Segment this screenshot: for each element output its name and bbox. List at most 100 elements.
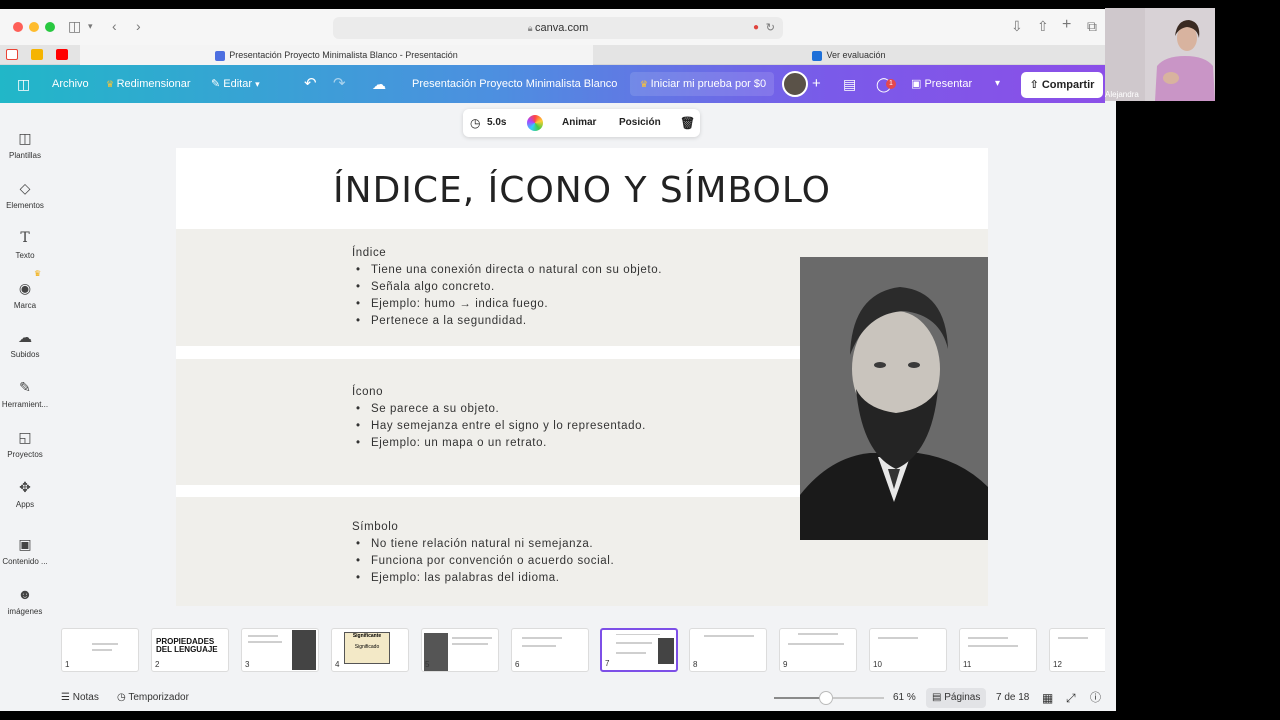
sidebar-item-apps[interactable]: ✥ Apps: [0, 478, 50, 509]
slide-canvas[interactable]: ÍNDICE, ÍCONO Y SÍMBOLO Índice Tiene una…: [176, 148, 988, 606]
side-panel-icon[interactable]: ◫: [17, 65, 30, 103]
pages-button[interactable]: ▤ Páginas: [926, 688, 987, 708]
gmail-icon[interactable]: [6, 49, 18, 60]
canva-icon: [215, 50, 226, 61]
thumbnail-page[interactable]: 8: [689, 628, 767, 672]
thumbnail-page[interactable]: 5: [421, 628, 499, 672]
page-counter[interactable]: 7 de 18: [996, 685, 1029, 711]
section-icon[interactable]: Ícono Se parece a su objeto. Hay semejan…: [352, 386, 646, 454]
page-number: 10: [873, 660, 882, 669]
present-options-icon[interactable]: ▾: [995, 65, 1000, 103]
zoom-slider[interactable]: [774, 691, 884, 705]
maximize-window-button[interactable]: [45, 22, 55, 32]
undo-icon[interactable]: ↶: [304, 65, 317, 103]
bullet-item: Pertenece a la segundidad.: [352, 315, 662, 332]
page-number: 9: [783, 660, 788, 669]
thumbnail-page-active[interactable]: 7: [600, 628, 678, 672]
thumbnail-page[interactable]: 10: [869, 628, 947, 672]
present-button[interactable]: ▣ Presentar: [903, 72, 983, 96]
thumbnail-page[interactable]: PROPIEDADES DEL LENGUAJE 2: [151, 628, 229, 672]
avatar[interactable]: [782, 71, 808, 97]
thumbnail-page[interactable]: 6: [511, 628, 589, 672]
sidebar-item-templates[interactable]: ◫ Plantillas: [0, 129, 50, 160]
chevron-down-icon: ▾: [255, 79, 260, 89]
section-symbol[interactable]: Símbolo No tiene relación natural ni sem…: [352, 521, 614, 589]
clock-icon[interactable]: ◷: [470, 109, 480, 137]
thumbnail-page[interactable]: 9: [779, 628, 857, 672]
thumbnail-label: Significado: [354, 644, 380, 650]
bullet-item: No tiene relación natural ni semejanza.: [352, 538, 614, 555]
page-number: 5: [425, 660, 430, 669]
trial-label: Iniciar mi prueba por $0: [650, 78, 767, 90]
minimize-window-button[interactable]: [29, 22, 39, 32]
scrollbar-track: [1105, 101, 1116, 711]
tab-presentation[interactable]: Presentación Proyecto Minimalista Blanco…: [80, 45, 593, 65]
trash-icon[interactable]: 🗑︎: [680, 109, 695, 137]
file-menu[interactable]: Archivo: [52, 65, 89, 103]
sidebar-item-projects[interactable]: ◱ Proyectos: [0, 428, 50, 459]
sidebar-item-images[interactable]: ☻ imágenes: [0, 585, 50, 616]
zoom-level[interactable]: 61 %: [893, 685, 916, 711]
browser-toolbar: ◫ ▾ ‹ › 🔒︎ canva.com ● ↻ ⇩ ⇧ + ⧉: [0, 9, 1105, 45]
resize-button[interactable]: ♛ Redimensionar: [106, 65, 191, 103]
thumbnail-page[interactable]: 1: [61, 628, 139, 672]
portrait-photo[interactable]: [800, 257, 988, 540]
animate-button[interactable]: Animar: [562, 109, 596, 137]
sidebar-item-uploads[interactable]: ☁ Subidos: [0, 328, 50, 359]
crown-icon: ♛: [640, 79, 651, 89]
tab-overview-icon[interactable]: ⧉: [1087, 18, 1097, 35]
thumbnail-page[interactable]: 3: [241, 628, 319, 672]
sidebar-item-label: Herramient...: [1, 400, 49, 409]
presentation-icon: ▣: [911, 78, 925, 90]
page-number: 7: [605, 659, 610, 668]
thumbnail-page[interactable]: Significante Significado 4: [331, 628, 409, 672]
position-button[interactable]: Posición: [619, 109, 661, 137]
pages-icon: ▤: [932, 692, 945, 703]
help-icon[interactable]: ⓘ: [1090, 685, 1101, 711]
thumbnail-page[interactable]: 12: [1049, 628, 1105, 672]
back-icon[interactable]: ‹: [112, 18, 117, 34]
reload-icon[interactable]: ↻: [766, 17, 775, 39]
edit-menu[interactable]: ✎ Editar ▾: [211, 65, 260, 103]
notes-button[interactable]: ☰ Notas: [61, 685, 99, 711]
camera-icon[interactable]: ●: [753, 17, 759, 39]
slide-title[interactable]: ÍNDICE, ÍCONO Y SÍMBOLO: [176, 170, 988, 211]
new-tab-icon[interactable]: +: [1062, 16, 1071, 34]
sidebar-item-brand[interactable]: ◉ Marca: [0, 279, 50, 310]
youtube-icon[interactable]: [56, 49, 68, 60]
tab-evaluation[interactable]: Ver evaluación: [593, 45, 1105, 65]
page-number: 6: [515, 660, 520, 669]
pencil-icon: ✎: [211, 78, 224, 90]
redo-icon[interactable]: ↷: [333, 65, 346, 103]
templates-icon: ◫: [18, 130, 32, 146]
section-index[interactable]: Índice Tiene una conexión directa o natu…: [352, 247, 662, 332]
timer-button[interactable]: ◷ Temporizador: [117, 685, 189, 711]
sidebar-toggle-icon[interactable]: ◫: [68, 18, 81, 35]
folder-icon[interactable]: [31, 49, 43, 60]
sidebar-item-elements[interactable]: ◇ Elementos: [0, 179, 50, 210]
analytics-icon[interactable]: ▤: [843, 65, 856, 103]
sidebar-item-label: Apps: [15, 500, 35, 509]
sidebar-item-tools[interactable]: ✎ Herramient...: [0, 378, 50, 409]
close-window-button[interactable]: [13, 22, 23, 32]
thumbnail-page[interactable]: 11: [959, 628, 1037, 672]
chevron-down-icon[interactable]: ▾: [88, 21, 93, 32]
sidebar-item-content[interactable]: ▣ Contenido ...: [0, 535, 50, 566]
color-picker-icon[interactable]: [527, 115, 543, 131]
duration-button[interactable]: 5.0s: [487, 109, 506, 137]
document-title[interactable]: Presentación Proyecto Minimalista Blanco: [412, 65, 617, 103]
share-page-icon[interactable]: ⇧: [1037, 18, 1049, 35]
fullscreen-icon[interactable]: ⤢: [1066, 685, 1076, 711]
participant-video[interactable]: [1105, 8, 1215, 101]
add-collaborator-icon[interactable]: +: [812, 65, 821, 103]
download-icon[interactable]: ⇩: [1011, 18, 1023, 35]
zoom-slider-handle[interactable]: [818, 691, 833, 705]
address-bar[interactable]: 🔒︎ canva.com ● ↻: [333, 17, 783, 39]
pages-label: Páginas: [944, 692, 981, 703]
grid-view-icon[interactable]: ▦: [1042, 685, 1053, 711]
cloud-save-icon[interactable]: ☁: [372, 65, 386, 103]
forward-icon[interactable]: ›: [136, 18, 141, 34]
sidebar-item-text[interactable]: T Texto: [0, 229, 50, 260]
start-trial-button[interactable]: ♛ Iniciar mi prueba por $0: [630, 72, 774, 96]
share-button[interactable]: ⇧ Compartir: [1021, 72, 1103, 98]
